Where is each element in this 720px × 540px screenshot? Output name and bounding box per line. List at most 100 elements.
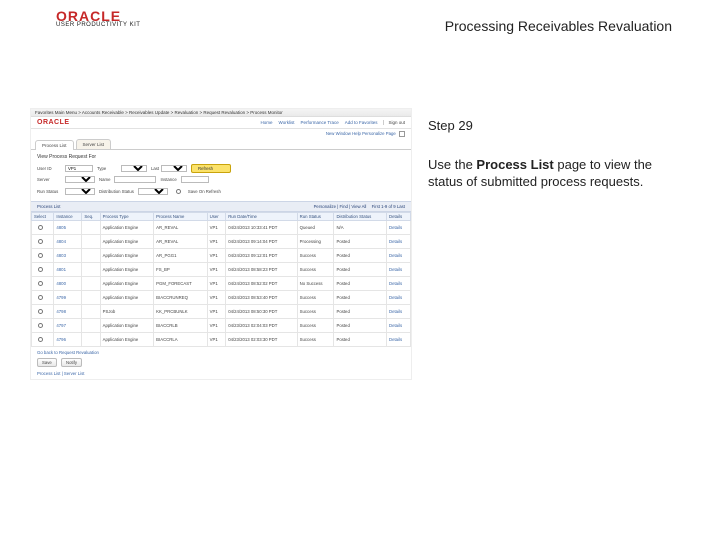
cell-process-type: Application Engine	[100, 221, 154, 235]
table-row: 4798PSJobKK_PRCBUNLKVP104/24/2013 08:50:…	[32, 305, 411, 319]
col-process-type[interactable]: Process Type	[100, 213, 154, 221]
cell-instance[interactable]: 4796	[54, 333, 82, 347]
nav-worklist[interactable]: Worklist	[279, 120, 295, 125]
col-details[interactable]: Details	[387, 213, 411, 221]
cell-details-link[interactable]: Details	[387, 333, 411, 347]
cell-user: VP1	[207, 291, 226, 305]
last-unit-select[interactable]: Days	[161, 165, 187, 172]
type-select[interactable]	[121, 165, 147, 172]
list-personalize[interactable]: Personalize | Find | View All	[314, 204, 367, 209]
row-select-checkbox[interactable]	[38, 253, 43, 258]
cell-user: VP1	[207, 263, 226, 277]
cell-details-link[interactable]: Details	[387, 305, 411, 319]
server-select[interactable]	[65, 176, 95, 183]
cell-process-name: AR_PGG1	[154, 249, 207, 263]
save-button[interactable]: Save	[37, 358, 57, 367]
dist-status-select[interactable]	[138, 188, 168, 195]
cell-run-datetime: 04/24/2013 08:58:23 PDT	[226, 263, 297, 277]
col-select[interactable]: Select	[32, 213, 54, 221]
cell-instance[interactable]: 4805	[54, 221, 82, 235]
run-status-select[interactable]	[65, 188, 95, 195]
name-input[interactable]	[114, 176, 156, 183]
cell-dist-status: Posted	[334, 333, 387, 347]
cell-run-datetime: 04/24/2013 08:50:30 PDT	[226, 305, 297, 319]
row-select-checkbox[interactable]	[38, 323, 43, 328]
cell-process-type: Application Engine	[100, 263, 154, 277]
cell-process-type: PSJob	[100, 305, 154, 319]
cell-instance[interactable]: 4799	[54, 291, 82, 305]
breadcrumb: Favorites Main Menu > Accounts Receivabl…	[31, 109, 411, 117]
cell-user: VP1	[207, 221, 226, 235]
cell-instance[interactable]: 4800	[54, 277, 82, 291]
dist-status-label: Distribution Status	[99, 189, 134, 194]
nav-perf-trace[interactable]: Performance Trace	[300, 120, 338, 125]
cell-details-link[interactable]: Details	[387, 319, 411, 333]
row-select-checkbox[interactable]	[38, 267, 43, 272]
save-on-refresh-checkbox[interactable]	[176, 189, 181, 194]
table-row: 4799Application EngineBIACCRUNREQVP104/2…	[32, 291, 411, 305]
row-select-checkbox[interactable]	[38, 337, 43, 342]
col-dist-status[interactable]: Distribution Status	[334, 213, 387, 221]
cell-details-link[interactable]: Details	[387, 249, 411, 263]
cell-seq	[82, 305, 100, 319]
cell-process-type: Application Engine	[100, 319, 154, 333]
cell-seq	[82, 333, 100, 347]
cell-run-status: Success	[297, 319, 334, 333]
row-select-checkbox[interactable]	[38, 309, 43, 314]
cell-run-datetime: 04/24/2013 09:12:01 PDT	[226, 249, 297, 263]
table-row: 4803Application EngineAR_PGG1VP104/24/20…	[32, 249, 411, 263]
cell-instance[interactable]: 4803	[54, 249, 82, 263]
cell-run-datetime: 04/23/2013 02:03:30 PDT	[226, 333, 297, 347]
instruction-bold: Process List	[476, 157, 553, 172]
cell-run-status: Success	[297, 249, 334, 263]
row-select-checkbox[interactable]	[38, 225, 43, 230]
http-icon	[399, 131, 405, 137]
cell-process-name: PGM_FORECAST	[154, 277, 207, 291]
nav-home[interactable]: Home	[261, 120, 273, 125]
cell-instance[interactable]: 4804	[54, 235, 82, 249]
cell-seq	[82, 263, 100, 277]
sign-out-link[interactable]: Sign out	[383, 120, 405, 125]
window-tools-text[interactable]: New Window Help Personalize Page	[326, 131, 396, 136]
cell-instance[interactable]: 4798	[54, 305, 82, 319]
col-run-datetime[interactable]: Run Date/Time	[226, 213, 297, 221]
col-instance[interactable]: Instance	[54, 213, 82, 221]
cell-run-datetime: 04/24/2013 09:14:04 PDT	[226, 235, 297, 249]
row-select-checkbox[interactable]	[38, 239, 43, 244]
list-range[interactable]: First 1-9 of 9 Last	[372, 204, 405, 209]
cell-instance[interactable]: 4797	[54, 319, 82, 333]
cell-dist-status: Posted	[334, 291, 387, 305]
instance-label: Instance	[160, 177, 176, 182]
cell-instance[interactable]: 4801	[54, 263, 82, 277]
cell-process-name: BIACCRLB	[154, 319, 207, 333]
cell-details-link[interactable]: Details	[387, 291, 411, 305]
notify-button[interactable]: Notify	[61, 358, 82, 367]
col-process-name[interactable]: Process Name	[154, 213, 207, 221]
cell-details-link[interactable]: Details	[387, 263, 411, 277]
tab-process-list[interactable]: Process List	[35, 140, 74, 150]
tab-server-list[interactable]: Server List	[76, 139, 112, 149]
user-id-input[interactable]	[65, 165, 93, 172]
cell-details-link[interactable]: Details	[387, 277, 411, 291]
cell-seq	[82, 249, 100, 263]
user-id-label: User ID	[37, 166, 61, 171]
instruction-panel: Step 29 Use the Process List page to vie…	[428, 118, 672, 191]
go-back-link[interactable]: Go back to Request Revaluation	[37, 350, 405, 355]
cell-run-status: Processing	[297, 235, 334, 249]
footer-tab-links[interactable]: Process List | Server List	[37, 371, 405, 376]
cell-seq	[82, 277, 100, 291]
instance-input[interactable]	[181, 176, 209, 183]
row-select-checkbox[interactable]	[38, 295, 43, 300]
refresh-button[interactable]: Refresh	[191, 164, 231, 173]
cell-details-link[interactable]: Details	[387, 221, 411, 235]
col-user[interactable]: User	[207, 213, 226, 221]
cell-details-link[interactable]: Details	[387, 235, 411, 249]
col-run-status[interactable]: Run Status	[297, 213, 334, 221]
nav-add-favorites[interactable]: Add to Favorites	[345, 120, 378, 125]
cell-process-name: AR_REVAL	[154, 221, 207, 235]
cell-seq	[82, 319, 100, 333]
cell-run-datetime: 04/24/2013 08:53:40 PDT	[226, 291, 297, 305]
row-select-checkbox[interactable]	[38, 281, 43, 286]
cell-user: VP1	[207, 319, 226, 333]
col-seq[interactable]: Seq.	[82, 213, 100, 221]
